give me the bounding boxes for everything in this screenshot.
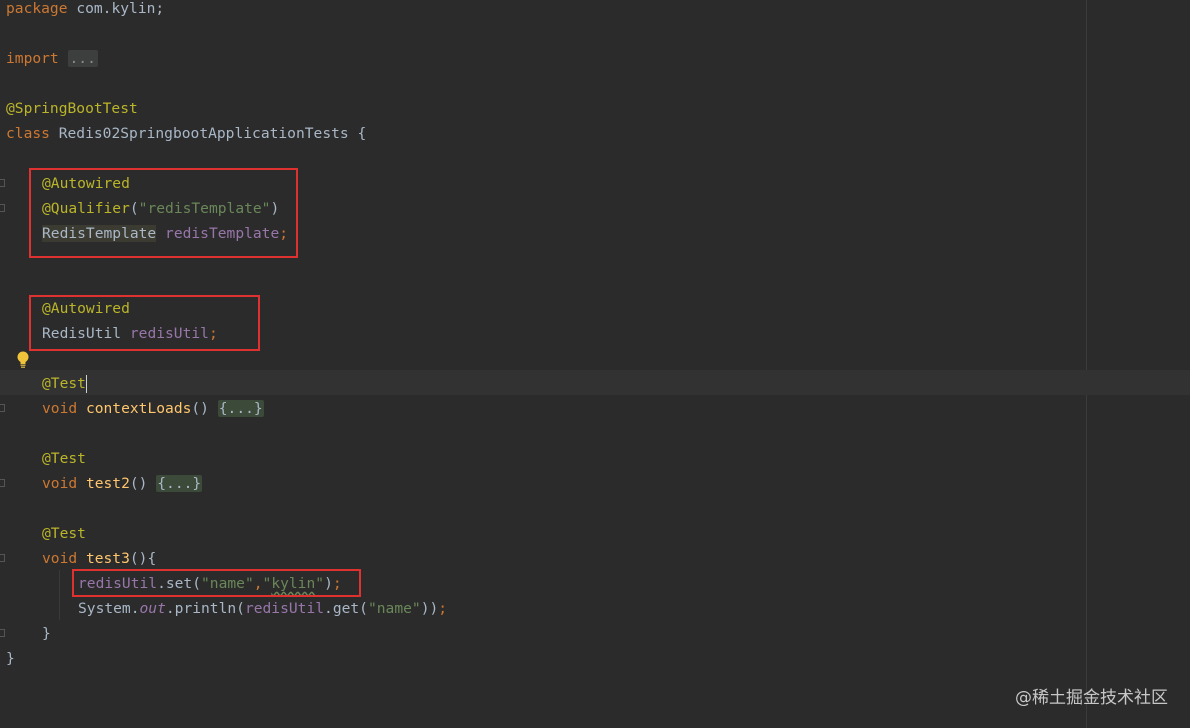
code-editor[interactable]: package com.kylin; import ... @SpringBoo… (0, 0, 1190, 728)
brace: } (42, 625, 51, 642)
fold-marker-icon[interactable] (0, 554, 5, 562)
method-name: contextLoads (85, 400, 192, 417)
keyword: class (6, 125, 50, 142)
fold-marker-icon[interactable] (0, 629, 5, 637)
code-line: class Redis02SpringbootApplicationTests … (6, 121, 366, 146)
fold-marker-icon[interactable] (0, 404, 5, 412)
code-line: void contextLoads() {...} (42, 400, 264, 417)
method-call: .println( (165, 600, 245, 617)
method-name: test2 (85, 475, 130, 492)
highlight-box-redis-template (29, 168, 298, 258)
code-line: @SpringBootTest (6, 96, 138, 121)
right-margin-guide (1086, 0, 1087, 728)
code-line: @Test (42, 446, 86, 471)
fold-marker-icon[interactable] (0, 179, 5, 187)
string-literal: "name" (367, 600, 421, 617)
annotation: @Test (42, 525, 86, 542)
code-line: import ... (6, 46, 98, 71)
static-field: out (139, 600, 166, 617)
code-line: @Test (42, 371, 88, 396)
indent-guide (59, 570, 60, 620)
method-fold[interactable]: {...} (217, 400, 264, 417)
code-line: System.out.println(redisUtil.get("name")… (78, 600, 448, 617)
brace: } (6, 650, 15, 667)
import-fold[interactable]: ... (67, 50, 98, 67)
method-call: .get( (324, 600, 368, 617)
text-caret (85, 375, 88, 393)
annotation: @Test (42, 450, 86, 467)
annotation: @SpringBootTest (6, 100, 138, 117)
keyword: void (42, 475, 78, 492)
highlight-box-set-call (72, 569, 361, 597)
lightbulb-icon[interactable] (16, 351, 30, 369)
code-line: package com.kylin; (6, 0, 164, 21)
class-declaration: Redis02SpringbootApplicationTests { (58, 125, 367, 142)
keyword: void (42, 550, 78, 567)
method-name: test3 (85, 550, 130, 567)
package-name: com.kylin; (76, 0, 165, 17)
code-line: } (42, 621, 51, 646)
code-line: } (6, 646, 15, 671)
keyword: package (6, 0, 68, 17)
highlight-box-redis-util (29, 295, 260, 351)
watermark: @稀土掘金技术社区 (1015, 688, 1168, 708)
code-line: void test2() {...} (42, 475, 203, 492)
code-line: @Test (42, 521, 86, 546)
class-ref: System. (78, 600, 140, 617)
method-fold[interactable]: {...} (156, 475, 203, 492)
annotation: @Test (42, 375, 86, 392)
current-line-highlight (0, 370, 1190, 395)
keyword: import (6, 50, 59, 67)
keyword: void (42, 400, 78, 417)
field-name: redisUtil (244, 600, 325, 617)
fold-marker-icon[interactable] (0, 479, 5, 487)
code-line: void test3(){ (42, 550, 157, 567)
fold-marker-icon[interactable] (0, 204, 5, 212)
